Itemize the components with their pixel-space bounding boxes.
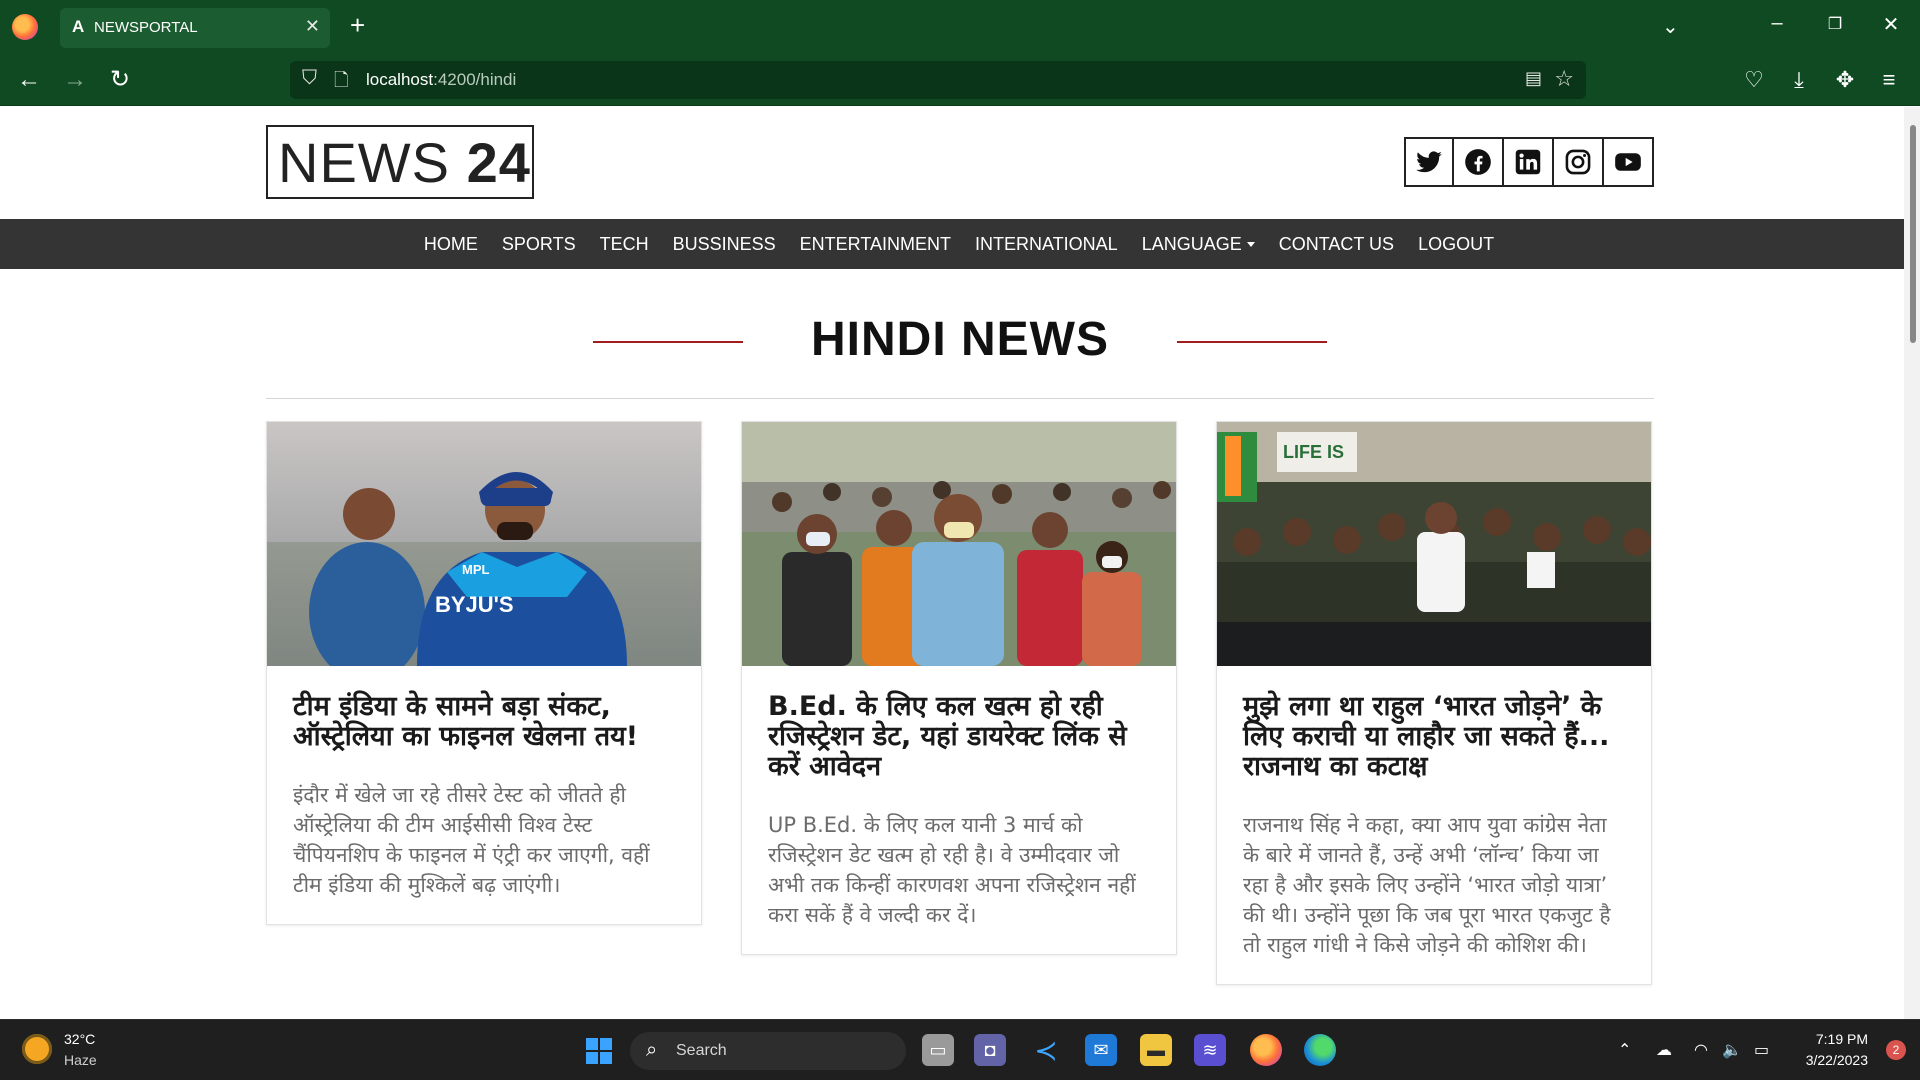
linkedin-icon[interactable] bbox=[1504, 137, 1554, 187]
restore-button[interactable]: ❐ bbox=[1820, 14, 1850, 34]
reader-view-icon[interactable]: ▤ bbox=[1525, 68, 1542, 89]
bookmark-star-icon[interactable]: ☆ bbox=[1554, 66, 1574, 92]
divider bbox=[266, 398, 1654, 399]
site-logo[interactable]: NEWS 24 bbox=[266, 125, 534, 199]
svg-text:LIFE IS: LIFE IS bbox=[1283, 442, 1344, 462]
instagram-icon[interactable] bbox=[1554, 137, 1604, 187]
address-bar[interactable]: ⛉ 🗋 localhost:4200/hindi ▤ ☆ bbox=[290, 61, 1586, 99]
new-tab-button[interactable]: + bbox=[350, 9, 365, 41]
nav-entertainment[interactable]: ENTERTAINMENT bbox=[800, 234, 951, 255]
menu-icon[interactable]: ≡ bbox=[1872, 65, 1906, 95]
forward-button[interactable]: → bbox=[58, 65, 92, 95]
reload-button[interactable]: ↻ bbox=[103, 65, 137, 95]
weather-haze-icon[interactable] bbox=[22, 1034, 52, 1064]
vscode-icon[interactable]: ≺ bbox=[1030, 1034, 1062, 1066]
taskbar-search[interactable]: ⌕ Search bbox=[630, 1032, 906, 1070]
weather-description[interactable]: Haze bbox=[64, 1052, 97, 1068]
chevron-up-icon[interactable]: ⌃ bbox=[1618, 1040, 1631, 1060]
news-title[interactable]: B.Ed. के लिए कल खत्म हो रही रजिस्ट्रेशन … bbox=[768, 692, 1152, 782]
logo-number: 24 bbox=[466, 131, 531, 194]
logo-word: NEWS bbox=[278, 131, 450, 194]
browser-tab-bar: A NEWSPORTAL ✕ + ⌄ – ❐ ✕ bbox=[0, 0, 1920, 55]
extensions-icon[interactable]: ✥ bbox=[1828, 65, 1862, 95]
nav-international[interactable]: INTERNATIONAL bbox=[975, 234, 1118, 255]
firefox-icon[interactable] bbox=[12, 14, 38, 40]
news-image-rally[interactable]: LIFE IS bbox=[1217, 422, 1651, 666]
taskbar-search-label: Search bbox=[676, 1042, 727, 1059]
chevron-down-icon[interactable]: ⌄ bbox=[1662, 14, 1679, 39]
edge-icon[interactable] bbox=[1304, 1034, 1336, 1066]
volume-icon[interactable]: 🔈 bbox=[1722, 1040, 1742, 1060]
svg-text:BYJU'S: BYJU'S bbox=[435, 592, 514, 617]
nav-language-dropdown[interactable]: LANGUAGE bbox=[1142, 234, 1255, 255]
nav-logout[interactable]: LOGOUT bbox=[1418, 234, 1494, 255]
angular-icon: A bbox=[72, 17, 85, 36]
windows-start-icon[interactable] bbox=[586, 1038, 612, 1064]
url-host: localhost bbox=[366, 70, 434, 89]
onedrive-icon[interactable]: ☁ bbox=[1656, 1040, 1672, 1060]
news-image-cricket[interactable]: MPL BYJU'S bbox=[267, 422, 701, 666]
news-summary: इंदौर में खेले जा रहे तीसरे टेस्ट को जीत… bbox=[293, 783, 650, 897]
wifi-icon[interactable]: ◠ bbox=[1694, 1040, 1708, 1060]
browser-tab[interactable]: A NEWSPORTAL ✕ bbox=[60, 8, 330, 48]
shield-icon[interactable]: ⛉ bbox=[302, 67, 317, 90]
nav-contact[interactable]: CONTACT US bbox=[1279, 234, 1394, 255]
news-summary: UP B.Ed. के लिए कल यानी 3 मार्च को रजिस्… bbox=[768, 813, 1136, 927]
windows-taskbar: 32°C Haze ⌕ Search ▭ ◘ ≺ ✉ ▬ ≋ ⌃ ☁ ◠ 🔈 ▭… bbox=[0, 1019, 1920, 1080]
close-window-button[interactable]: ✕ bbox=[1876, 12, 1906, 37]
caret-down-icon bbox=[1246, 242, 1255, 248]
news-title[interactable]: टीम इंडिया के सामने बड़ा संकट, ऑस्ट्रेलि… bbox=[293, 692, 677, 752]
news-image-crowd[interactable] bbox=[742, 422, 1176, 666]
news-card[interactable]: MPL BYJU'S टीम इंडिया के सामने बड़ा संकट… bbox=[266, 421, 702, 925]
teams-chat-icon[interactable]: ◘ bbox=[974, 1034, 1006, 1066]
url-text[interactable]: localhost:4200/hindi bbox=[366, 70, 516, 90]
url-path: :4200/hindi bbox=[433, 70, 517, 89]
section-title: HINDI NEWS bbox=[811, 313, 1109, 366]
search-icon: ⌕ bbox=[646, 1039, 658, 1061]
news-card[interactable]: B.Ed. के लिए कल खत्म हो रही रजिस्ट्रेशन … bbox=[741, 421, 1177, 955]
notification-badge[interactable]: 2 bbox=[1886, 1040, 1906, 1060]
title-decoration-right bbox=[1177, 341, 1327, 343]
download-icon[interactable]: ⤓ bbox=[1782, 65, 1816, 95]
nav-sports[interactable]: SPORTS bbox=[502, 234, 576, 255]
news-title[interactable]: मुझे लगा था राहुल ‘भारत जोड़ने’ के लिए क… bbox=[1243, 692, 1627, 782]
page-icon[interactable]: 🗋 bbox=[334, 68, 348, 98]
youtube-icon[interactable] bbox=[1604, 137, 1654, 187]
close-tab-icon[interactable]: ✕ bbox=[305, 16, 320, 37]
minimize-button[interactable]: – bbox=[1762, 12, 1792, 35]
page-viewport: NEWS 24 HOME SPORTS TECH BUSSINESS ENTER… bbox=[0, 107, 1920, 1019]
page-scrollbar[interactable] bbox=[1904, 107, 1920, 1019]
scrollbar-thumb[interactable] bbox=[1910, 125, 1916, 343]
task-view-icon[interactable]: ▭ bbox=[922, 1034, 954, 1066]
battery-icon[interactable]: ▭ bbox=[1754, 1040, 1769, 1060]
back-button[interactable]: ← bbox=[12, 65, 46, 95]
browser-toolbar: ← → ↻ ⛉ 🗋 localhost:4200/hindi ▤ ☆ ♡ ⤓ ✥… bbox=[0, 55, 1920, 106]
tab-title: NEWSPORTAL bbox=[94, 19, 198, 36]
nav-language-label: LANGUAGE bbox=[1141, 233, 1242, 254]
nav-tech[interactable]: TECH bbox=[600, 234, 649, 255]
clock-date[interactable]: 3/22/2023 bbox=[1806, 1052, 1868, 1068]
nav-business[interactable]: BUSSINESS bbox=[673, 234, 776, 255]
mail-icon[interactable]: ✉ bbox=[1085, 1034, 1117, 1066]
firefox-taskbar-icon[interactable] bbox=[1250, 1034, 1282, 1066]
social-links bbox=[1404, 137, 1654, 187]
file-explorer-icon[interactable]: ▬ bbox=[1140, 1034, 1172, 1066]
main-navigation: HOME SPORTS TECH BUSSINESS ENTERTAINMENT… bbox=[0, 219, 1904, 269]
news-summary: राजनाथ सिंह ने कहा, क्या आप युवा कांग्रे… bbox=[1243, 813, 1611, 957]
nav-home[interactable]: HOME bbox=[424, 234, 478, 255]
pocket-icon[interactable]: ♡ bbox=[1737, 65, 1771, 95]
facebook-icon[interactable] bbox=[1454, 137, 1504, 187]
twitter-icon[interactable] bbox=[1404, 137, 1454, 187]
news-card[interactable]: LIFE IS मुझे लगा था राहुल ‘भारत जोड़ने’ … bbox=[1216, 421, 1652, 985]
weather-temperature[interactable]: 32°C bbox=[64, 1031, 95, 1047]
svg-text:MPL: MPL bbox=[462, 562, 490, 577]
app-icon[interactable]: ≋ bbox=[1194, 1034, 1226, 1066]
clock-time[interactable]: 7:19 PM bbox=[1816, 1031, 1868, 1047]
